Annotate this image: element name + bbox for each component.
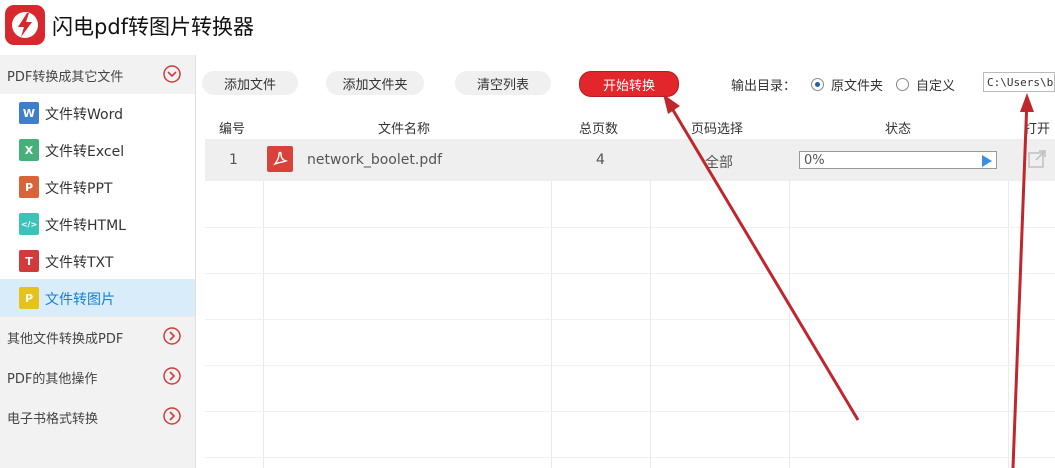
sidebar-item-label: 文件转PPT <box>45 181 113 197</box>
sidebar-item-ppt[interactable]: P 文件转PPT <box>0 168 195 206</box>
grid-line <box>205 319 1055 320</box>
radio-custom[interactable] <box>896 78 909 91</box>
word-icon: W <box>19 102 39 124</box>
column-header-filename: 文件名称 <box>378 122 431 137</box>
pdf-file-icon <box>267 146 293 172</box>
column-header-open: 打开 <box>1024 122 1051 137</box>
table-row[interactable]: 1 network_boolet.pdf 4 全部 0% <box>205 139 1055 181</box>
sidebar-group-label: 其他文件转换成PDF <box>7 332 124 347</box>
sidebar-group-label: PDF的其他操作 <box>7 372 98 387</box>
clear-list-button[interactable]: 清空列表 <box>455 71 551 95</box>
row-pages: 4 <box>596 152 605 168</box>
sidebar-item-image[interactable]: P 文件转图片 <box>0 279 195 317</box>
output-path-field[interactable]: C:\Users\bkid <box>983 72 1055 92</box>
sidebar-group-label: 电子书格式转换 <box>7 412 99 427</box>
table-header: 编号 文件名称 总页数 页码选择 状态 打开 <box>205 114 1055 138</box>
open-folder-icon[interactable] <box>1028 150 1046 168</box>
grid-line <box>1008 181 1009 468</box>
chevron-down-icon <box>163 65 181 83</box>
sidebar-group-label: PDF转换成其它文件 <box>7 70 124 85</box>
sidebar-group-ebook[interactable]: 电子书格式转换 <box>0 397 195 435</box>
grid-line <box>205 273 1055 274</box>
sidebar-item-word[interactable]: W 文件转Word <box>0 94 195 132</box>
add-folder-button[interactable]: 添加文件夹 <box>326 71 424 95</box>
grid-line <box>650 181 651 468</box>
column-header-index: 编号 <box>219 122 246 137</box>
sidebar-item-label: 文件转图片 <box>45 292 115 308</box>
sidebar-item-excel[interactable]: X 文件转Excel <box>0 131 195 169</box>
grid-line <box>205 227 1055 228</box>
sidebar-group-other-to-pdf[interactable]: 其他文件转换成PDF <box>0 317 195 355</box>
radio-original-label: 原文件夹 <box>831 79 884 94</box>
txt-icon: T <box>19 250 39 272</box>
title-bar: 闪电pdf转图片转换器 <box>0 0 1055 52</box>
row-page-select[interactable]: 全部 <box>705 152 733 172</box>
grid-line <box>551 181 552 468</box>
column-header-status: 状态 <box>885 122 912 137</box>
start-convert-button[interactable]: 开始转换 <box>579 71 679 97</box>
row-progress-bar: 0% <box>799 151 997 169</box>
sidebar-item-txt[interactable]: T 文件转TXT <box>0 242 195 280</box>
sidebar-item-label: 文件转Excel <box>45 144 125 160</box>
row-index: 1 <box>229 152 238 168</box>
grid-line <box>263 181 264 468</box>
output-dir-label: 输出目录： <box>731 79 797 94</box>
row-filename: network_boolet.pdf <box>307 152 443 168</box>
progress-percent: 0% <box>804 153 825 168</box>
radio-original-folder[interactable] <box>811 78 824 91</box>
grid-line <box>205 411 1055 412</box>
excel-icon: X <box>19 139 39 161</box>
sidebar-item-html[interactable]: </> 文件转HTML <box>0 205 195 243</box>
chevron-right-icon <box>163 367 181 385</box>
add-file-button[interactable]: 添加文件 <box>202 71 298 95</box>
app-logo-icon <box>5 5 45 45</box>
sidebar-item-label: 文件转TXT <box>45 255 114 271</box>
image-icon: P <box>19 287 39 309</box>
grid-line <box>205 457 1055 458</box>
chevron-right-icon <box>163 407 181 425</box>
radio-custom-label: 自定义 <box>916 79 956 94</box>
sidebar: PDF转换成其它文件 W 文件转Word X 文件转Excel P 文件转PPT… <box>0 55 196 468</box>
sidebar-item-label: 文件转Word <box>45 107 123 123</box>
sidebar-item-label: 文件转HTML <box>45 218 126 234</box>
play-icon[interactable] <box>982 155 992 167</box>
grid-line <box>205 365 1055 366</box>
html-icon: </> <box>19 213 39 235</box>
column-header-page-select: 页码选择 <box>691 122 744 137</box>
app-title: 闪电pdf转图片转换器 <box>52 15 255 39</box>
chevron-right-icon <box>163 327 181 345</box>
column-header-pages: 总页数 <box>579 122 619 137</box>
grid-line <box>789 181 790 468</box>
sidebar-group-pdf-to-other[interactable]: PDF转换成其它文件 <box>0 55 195 93</box>
sidebar-group-pdf-ops[interactable]: PDF的其他操作 <box>0 357 195 395</box>
ppt-icon: P <box>19 176 39 198</box>
